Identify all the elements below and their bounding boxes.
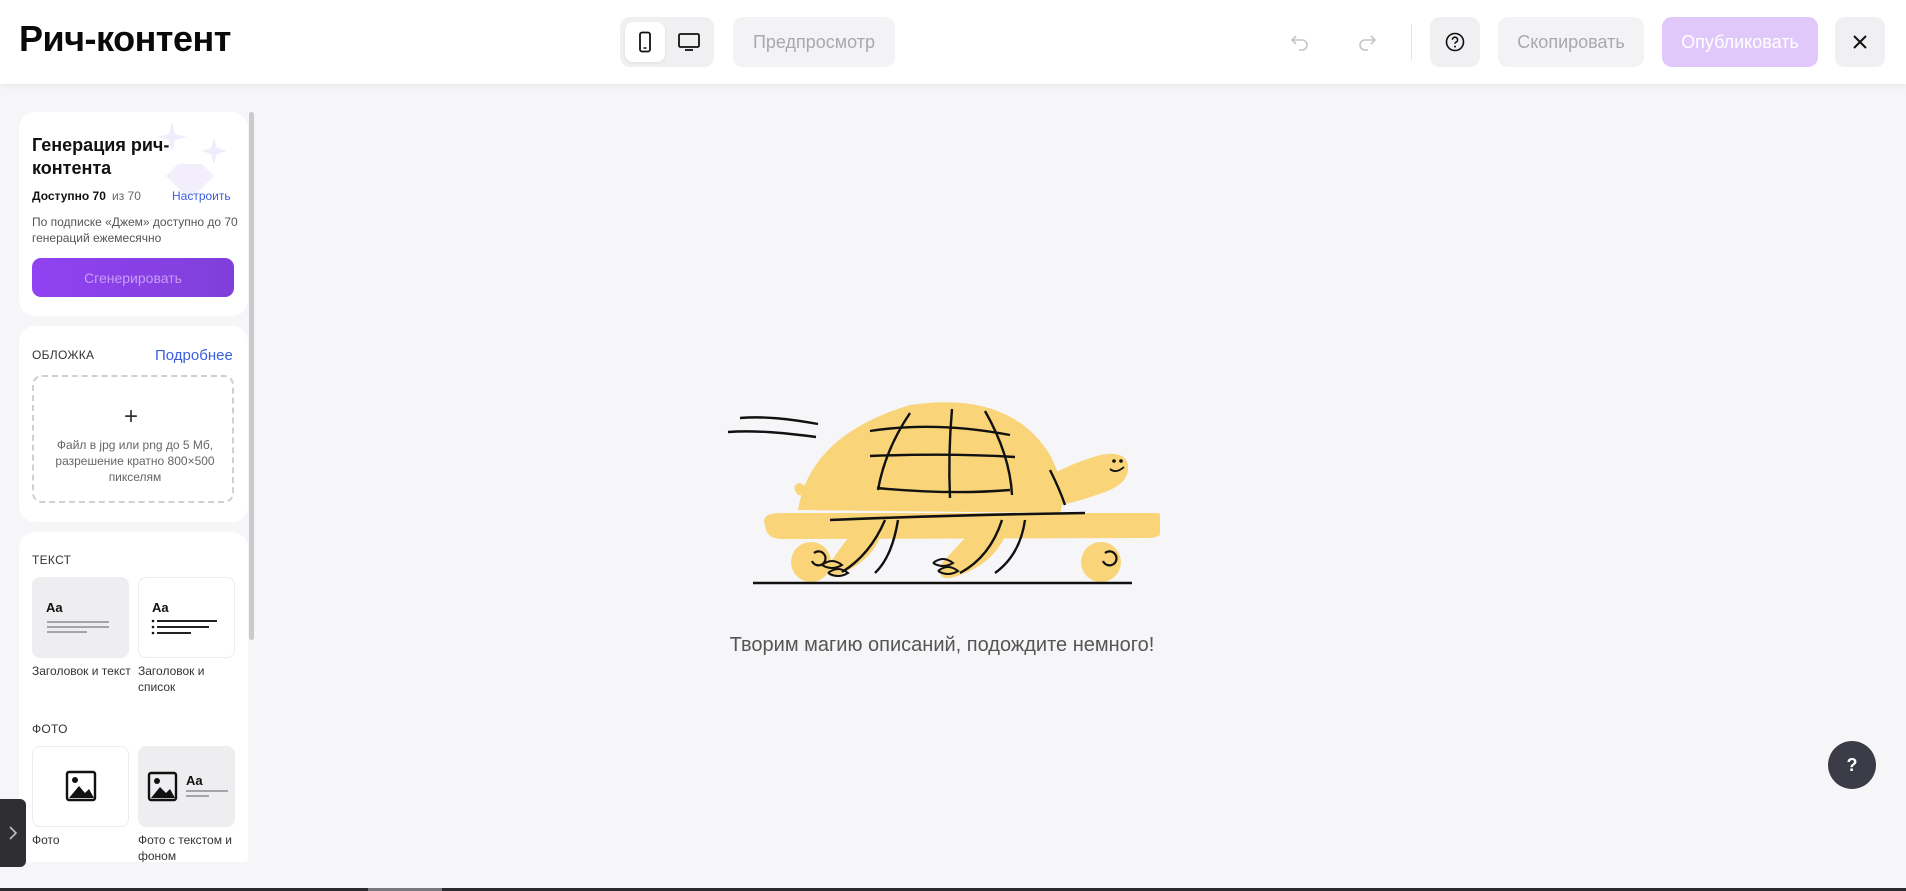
preview-button[interactable]: Предпросмотр (733, 17, 895, 67)
undo-button[interactable] (1281, 24, 1317, 60)
image-icon (65, 770, 97, 802)
generation-card: Генерация рич-контента Доступно 70 из 70… (19, 112, 248, 316)
mobile-icon (639, 31, 651, 53)
question-circle-icon (1445, 32, 1465, 52)
device-toggle (620, 17, 714, 67)
redo-button[interactable] (1350, 24, 1386, 60)
mobile-view-button[interactable] (625, 22, 665, 62)
turtle-illustration (727, 402, 1160, 585)
block-photo-text-bg-caption: Фото с текстом и фоном (138, 833, 232, 862)
cover-section-label: ОБЛОЖКА (32, 348, 95, 362)
page-title: Рич-контент (19, 18, 231, 59)
desktop-view-button[interactable] (669, 22, 709, 62)
close-icon (1853, 35, 1867, 49)
close-button[interactable] (1835, 17, 1885, 67)
undo-icon (1290, 35, 1308, 51)
redo-icon (1359, 35, 1377, 51)
block-photo[interactable] (32, 746, 129, 827)
header-divider (1411, 24, 1412, 60)
chevron-right-icon (9, 826, 18, 840)
photo-text-aa-label: Aa (186, 773, 203, 788)
plus-icon: + (124, 403, 139, 430)
copy-button[interactable]: Скопировать (1498, 17, 1644, 67)
block-heading-list-caption: Заголовок и список (138, 664, 205, 694)
generation-available: Доступно 70 (32, 189, 106, 203)
sidebar-scrollbar[interactable] (249, 112, 254, 640)
photo-section-label: ФОТО (32, 722, 68, 736)
desktop-icon (678, 33, 700, 51)
block-photo-text-bg[interactable]: Aa (138, 746, 235, 827)
top-header: Рич-контент Предпросмотр Скопировать Опу… (0, 0, 1906, 84)
generation-total: из 70 (112, 189, 141, 203)
sidebar-collapse-toggle[interactable] (0, 799, 26, 867)
cover-upload-hint: Файл в jpg или png до 5 Мб, разрешение к… (55, 438, 215, 484)
help-fab-button[interactable]: ? (1828, 741, 1876, 789)
generate-button[interactable]: Сгенерировать (32, 258, 234, 297)
sidebar: Генерация рич-контента Доступно 70 из 70… (19, 112, 249, 862)
block-heading-text-caption: Заголовок и текст (32, 664, 131, 678)
cover-more-link[interactable]: Подробнее (155, 347, 233, 364)
loading-message: Творим магию описаний, подождите немного… (729, 634, 1155, 656)
cover-upload-dropzone[interactable]: + Файл в jpg или png до 5 Мб, разрешение… (32, 375, 234, 503)
configure-link[interactable]: Настроить (172, 189, 231, 203)
publish-button[interactable]: Опубликовать (1662, 17, 1818, 67)
block-photo-caption: Фото (32, 833, 60, 847)
text-section-label: ТЕКСТ (32, 553, 72, 567)
generation-title: Генерация рич-контента (32, 135, 170, 178)
generation-description: По подписке «Джем» доступно до 70 генера… (32, 215, 238, 245)
help-button[interactable] (1430, 17, 1480, 67)
